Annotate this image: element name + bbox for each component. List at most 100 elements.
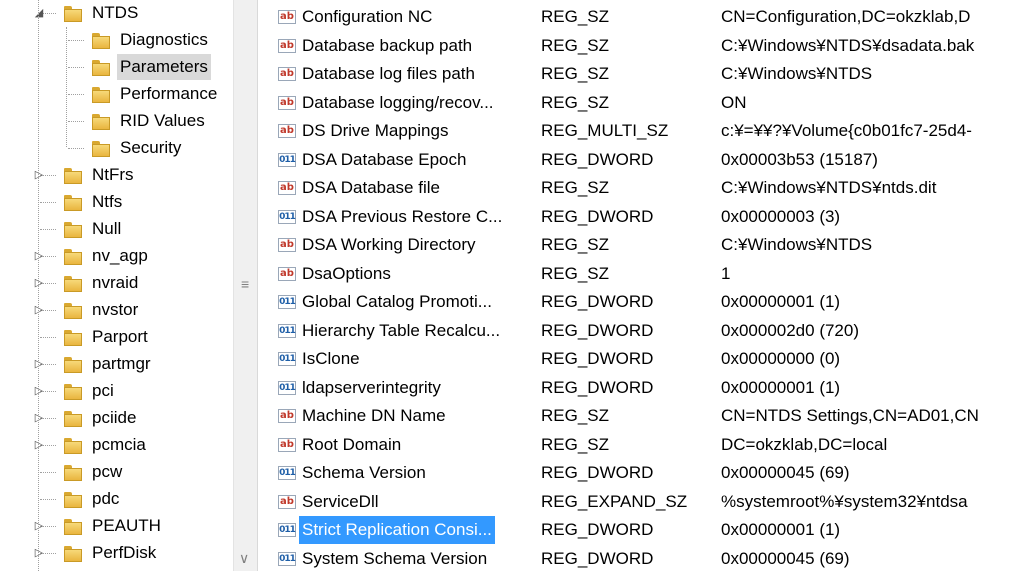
expand-arrow-icon[interactable]: ▷ (32, 432, 46, 458)
value-row[interactable]: ab DSA Database file REG_SZ C:¥Windows¥NTDS… (266, 174, 1014, 202)
value-data: c:¥=¥¥?¥Volume{c0b01fc7-25d4- (721, 121, 972, 140)
expand-arrow-icon[interactable]: ▷ (32, 351, 46, 377)
expand-arrow-icon[interactable]: ◢ (32, 0, 46, 26)
expand-arrow-icon[interactable]: ▷ (32, 405, 46, 431)
tree-item-peauth[interactable]: ▷ PEAUTH (0, 513, 233, 539)
value-type: REG_DWORD (541, 349, 654, 368)
tree-item-rid-values[interactable]: RID Values (0, 108, 233, 134)
value-row[interactable]: 011 IsClone REG_DWORD 0x00000000 (0) (266, 345, 1014, 373)
tree-item-pcmcia[interactable]: ▷ pcmcia (0, 432, 233, 458)
value-row[interactable]: ab DSA Working Directory REG_SZ C:¥Windows¥… (266, 231, 1014, 259)
value-type: REG_SZ (541, 7, 610, 26)
tree-item-nv-agp[interactable]: ▷ nv_agp (0, 243, 233, 269)
tree-connector (40, 202, 56, 203)
tree-item-ntds[interactable]: ◢ NTDS (0, 0, 233, 26)
expand-arrow-icon[interactable]: ▷ (32, 297, 46, 323)
value-name: Database logging/recov... (302, 92, 494, 112)
tree-item-label: Null (92, 219, 122, 238)
value-type: REG_DWORD (541, 463, 654, 482)
value-row[interactable]: ab Root Domain REG_SZ DC=okzklab,DC=local (266, 431, 1014, 459)
value-name: ldapserverintegrity (302, 377, 441, 397)
value-row[interactable]: 011 Global Catalog Promoti... REG_DWORD 0x0… (266, 288, 1014, 316)
value-row[interactable]: ab Database logging/recov... REG_SZ ON (266, 89, 1014, 117)
tree-vertical-scrollbar[interactable]: ≡ ∨ (233, 0, 258, 571)
string-value-icon: ab (278, 409, 296, 423)
tree-item-diagnostics[interactable]: Diagnostics (0, 27, 233, 53)
scroll-down-icon[interactable]: ∨ (239, 550, 249, 567)
value-row[interactable]: 011 DSA Database Epoch REG_DWORD 0x00003b53… (266, 146, 1014, 174)
value-type: REG_EXPAND_SZ (541, 491, 688, 511)
expand-arrow-icon[interactable]: ▷ (32, 513, 46, 539)
value-row[interactable]: 011 Strict Replication Consi... REG_DWORD 0… (266, 516, 1014, 544)
folder-icon (64, 546, 82, 562)
expand-arrow-icon[interactable]: ▷ (32, 540, 46, 566)
binary-value-icon: 011 (278, 209, 296, 224)
expand-arrow-icon[interactable]: ▷ (32, 378, 46, 404)
pane-splitter[interactable] (258, 0, 266, 571)
value-row[interactable]: 011 System Schema Version REG_DWORD 0x00000… (266, 545, 1014, 571)
value-row[interactable]: 011 ldapserverintegrity REG_DWORD 0x0000000… (266, 374, 1014, 402)
value-row[interactable]: ab ServiceDll REG_EXPAND_SZ %systemroot%¥sy… (266, 488, 1014, 516)
value-data: ON (721, 92, 747, 112)
tree-item-parport[interactable]: Parport (0, 324, 233, 350)
scrollbar-grip-icon[interactable]: ≡ (241, 277, 249, 291)
value-row[interactable]: ab DS Drive Mappings REG_MULTI_SZ c:¥=¥¥?¥V… (266, 117, 1014, 145)
value-data: 0x00003b53 (15187) (721, 149, 878, 169)
tree-item-label: pdc (92, 489, 120, 508)
value-name: System Schema Version (302, 548, 488, 568)
string-value-icon: ab (278, 238, 296, 252)
folder-icon (92, 60, 110, 76)
value-type: REG_DWORD (541, 149, 654, 169)
tree-item-parameters[interactable]: Parameters (0, 54, 233, 80)
value-type: REG_DWORD (541, 292, 654, 311)
tree-item-partmgr[interactable]: ▷ partmgr (0, 351, 233, 377)
value-type: REG_DWORD (541, 206, 654, 226)
binary-value-icon: 011 (278, 152, 296, 167)
value-name: DSA Working Directory (302, 235, 476, 254)
tree-item-pci[interactable]: ▷ pci (0, 378, 233, 404)
value-row[interactable]: ab Database log files path REG_SZ C:¥Window… (266, 60, 1014, 88)
tree-item-ntfrs[interactable]: ▷ NtFrs (0, 162, 233, 188)
tree-item-pciide[interactable]: ▷ pciide (0, 405, 233, 431)
value-type: REG_SZ (541, 235, 610, 254)
tree-item-label: Diagnostics (120, 30, 208, 49)
expand-arrow-icon[interactable]: ▷ (32, 270, 46, 296)
registry-key-tree[interactable]: ◢ NTDS Diagnostics Parameters Performance RID… (0, 0, 233, 571)
tree-item-ntfs[interactable]: Ntfs (0, 189, 233, 215)
tree-item-performance[interactable]: Performance (0, 81, 233, 107)
expand-arrow-icon[interactable]: ▷ (32, 162, 46, 188)
value-data: 0x00000045 (69) (721, 463, 850, 482)
tree-item-nvstor[interactable]: ▷ nvstor (0, 297, 233, 323)
value-type: REG_DWORD (541, 320, 654, 340)
folder-icon (92, 114, 110, 130)
registry-values-list[interactable]: ab Configuration NC REG_SZ CN=Configuration… (266, 0, 1014, 571)
value-row[interactable]: ab DsaOptions REG_SZ 1 (266, 260, 1014, 288)
tree-item-pdc[interactable]: pdc (0, 486, 233, 512)
string-value-icon: ab (278, 494, 296, 509)
tree-item-label: PerfDisk (92, 543, 157, 562)
folder-icon (64, 438, 82, 454)
value-row[interactable]: 011 DSA Previous Restore C... REG_DWORD 0x0… (266, 203, 1014, 231)
folder-icon (64, 222, 82, 238)
value-data: 0x000002d0 (720) (721, 320, 860, 340)
value-row[interactable]: ab Database backup path REG_SZ C:¥Windows¥N… (266, 32, 1014, 60)
expand-arrow-icon[interactable]: ▷ (32, 243, 46, 269)
value-type: REG_SZ (541, 406, 610, 425)
value-row[interactable]: ab Machine DN Name REG_SZ CN=NTDS Settings,… (266, 402, 1014, 430)
tree-item-perfdisk[interactable]: ▷ PerfDisk (0, 540, 233, 566)
tree-item-security[interactable]: Security (0, 135, 233, 161)
tree-item-null[interactable]: Null (0, 216, 233, 242)
string-value-icon: ab (278, 95, 296, 110)
value-row[interactable]: ab Configuration NC REG_SZ CN=Configuration… (266, 3, 1014, 31)
value-name: IsClone (302, 349, 360, 368)
folder-icon (64, 276, 82, 292)
value-row[interactable]: 011 Hierarchy Table Recalcu... REG_DWORD 0x… (266, 317, 1014, 345)
string-value-icon: ab (278, 10, 296, 24)
folder-icon (64, 6, 82, 22)
string-value-icon: ab (278, 124, 296, 138)
tree-item-nvraid[interactable]: ▷ nvraid (0, 270, 233, 296)
value-row[interactable]: 011 Schema Version REG_DWORD 0x00000045 (69… (266, 459, 1014, 487)
binary-value-icon: 011 (278, 523, 296, 537)
value-type: REG_SZ (541, 92, 610, 112)
tree-item-pcw[interactable]: pcw (0, 459, 233, 485)
